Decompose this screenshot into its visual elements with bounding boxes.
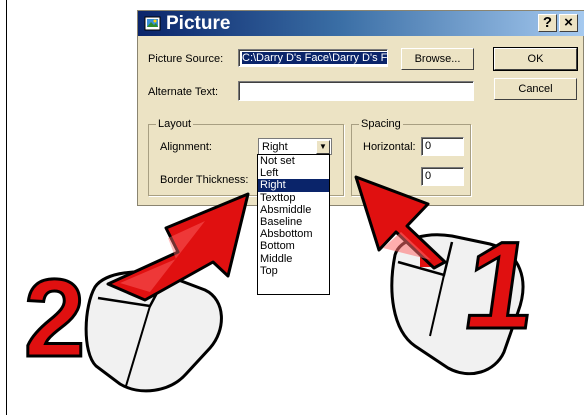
step-number-1: 1 [456, 217, 544, 355]
annotation-artwork: 1 2 [23, 175, 546, 393]
step-number-2: 2 [24, 257, 85, 380]
